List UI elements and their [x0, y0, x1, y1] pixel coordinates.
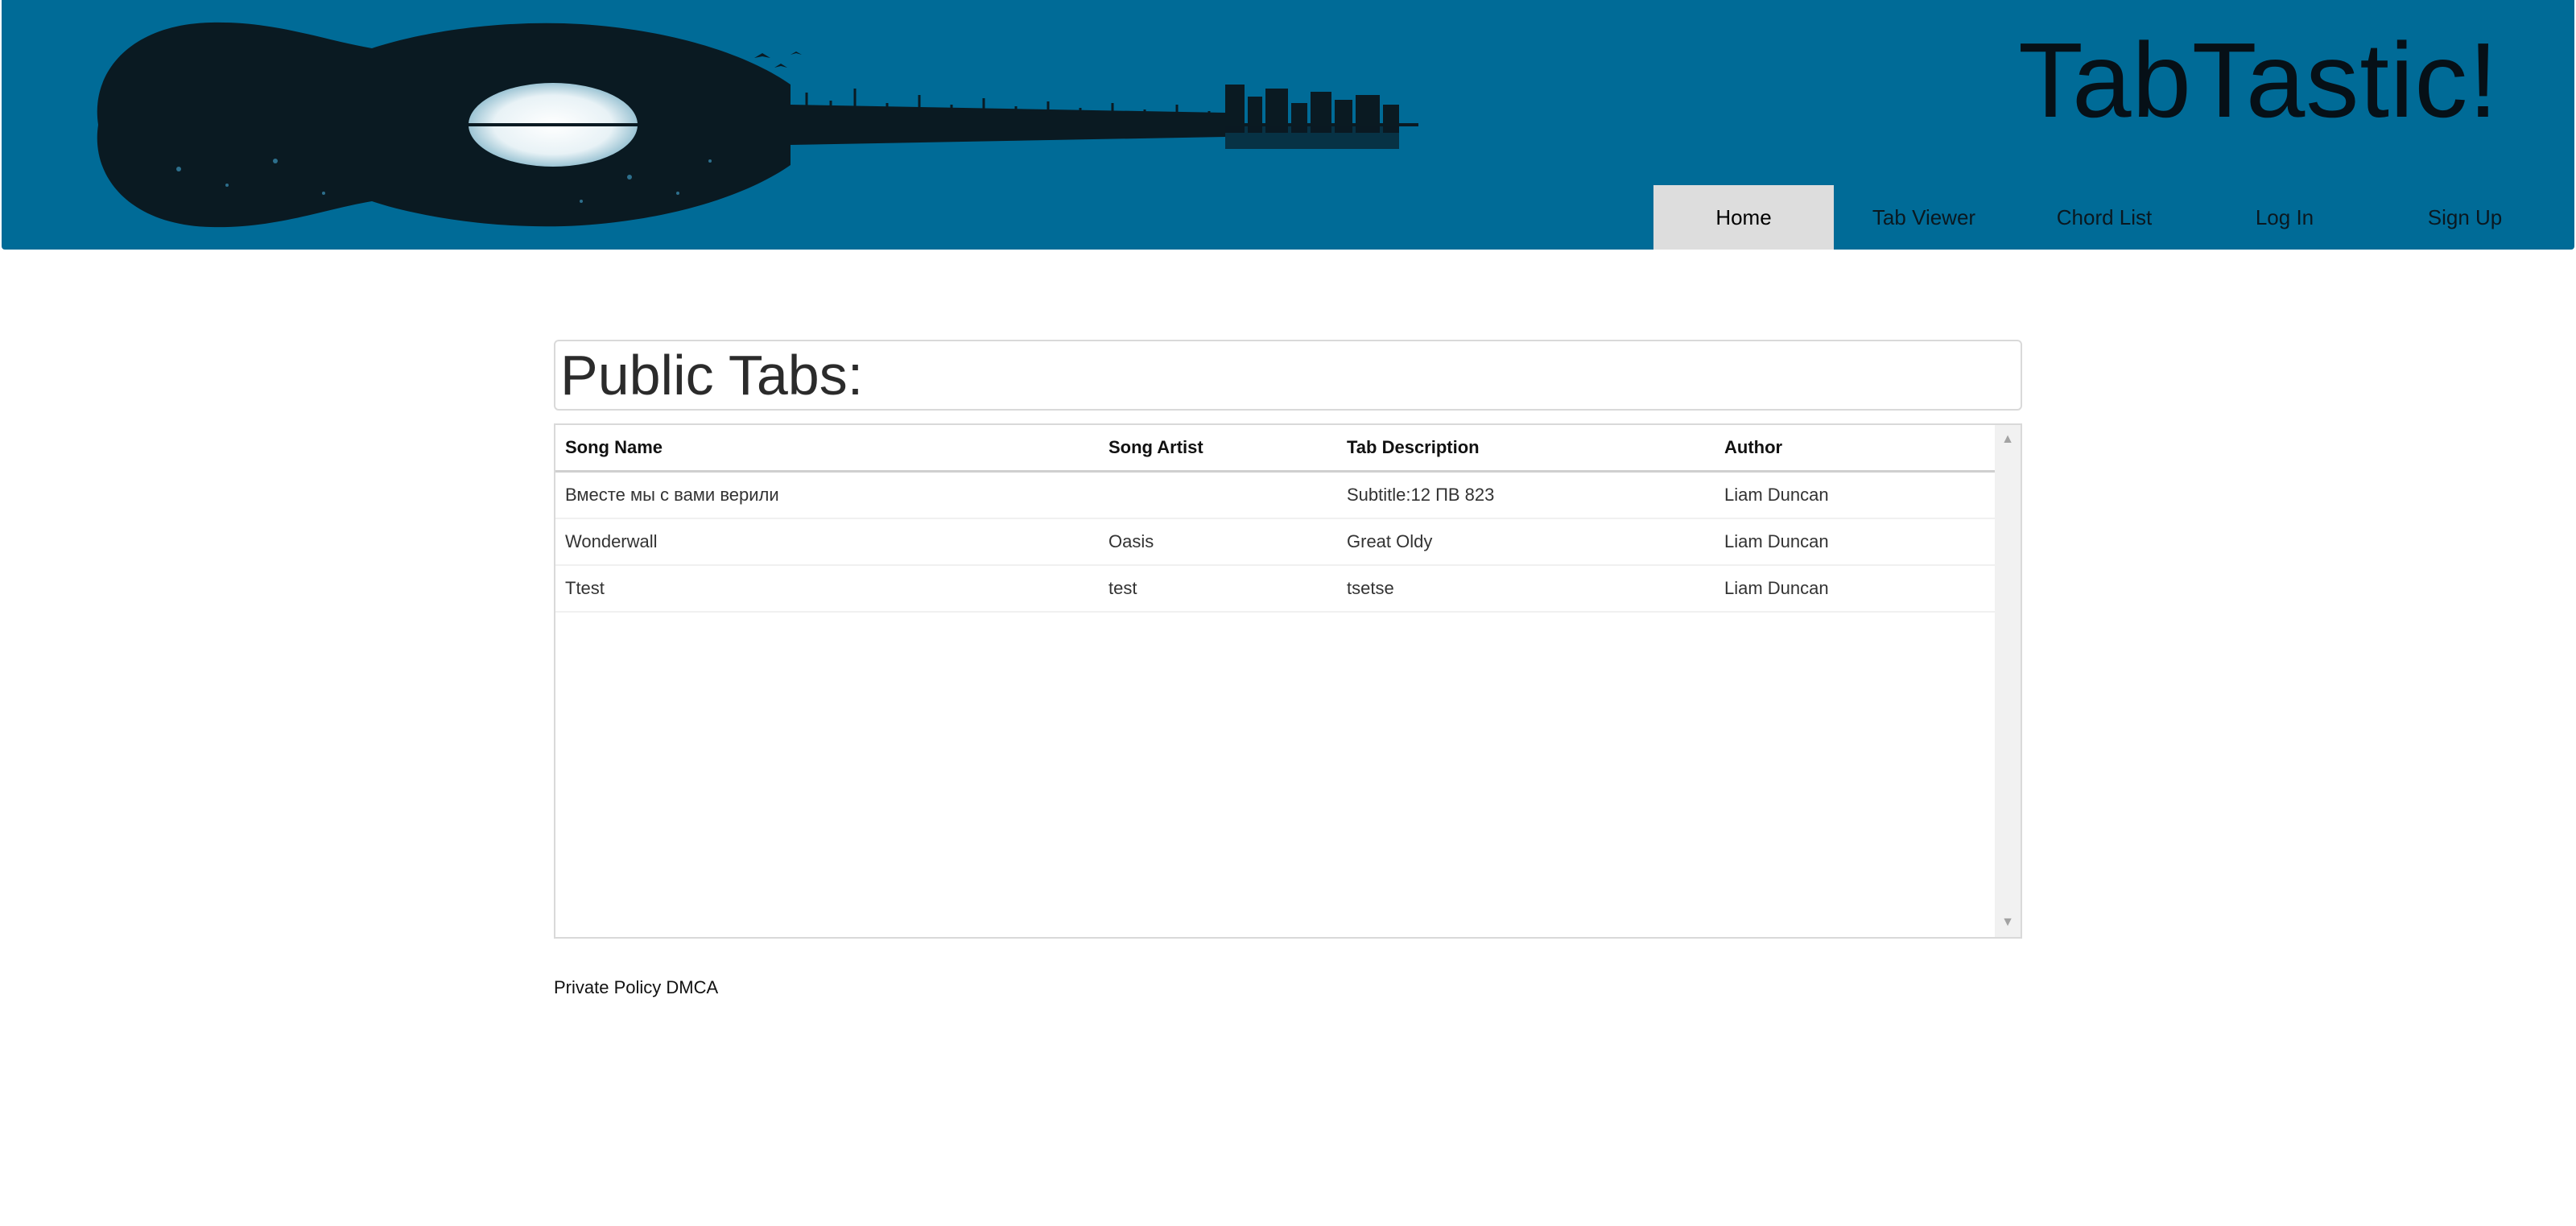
- main-nav: Home Tab Viewer Chord List Log In Sign U…: [1653, 185, 2555, 250]
- nav-tab-viewer[interactable]: Tab Viewer: [1834, 185, 2014, 250]
- private-policy-link[interactable]: Private Policy: [554, 977, 661, 997]
- cell-song-name: Ttest: [565, 578, 605, 598]
- column-header-song-name[interactable]: Song Name: [555, 437, 1099, 458]
- table-header-row: Song Name Song Artist Tab Description Au…: [555, 425, 1995, 473]
- column-header-tab-description[interactable]: Tab Description: [1337, 437, 1715, 458]
- table-row[interactable]: Вместе мы с вами верили Subtitle:12 ПВ 8…: [555, 473, 1995, 519]
- cell-author: Liam Duncan: [1724, 531, 1829, 551]
- table-scroll-area[interactable]: Song Name Song Artist Tab Description Au…: [555, 425, 1995, 937]
- cell-author: Liam Duncan: [1724, 485, 1829, 505]
- site-title: TabTastic!: [2018, 21, 2499, 139]
- guitar-landscape-banner-image: [97, 22, 1418, 228]
- cell-song-artist: test: [1108, 578, 1137, 598]
- main-content: Public Tabs: Song Name Song Artist Tab D…: [554, 340, 2022, 998]
- cell-tab-description: Great Oldy: [1347, 531, 1433, 551]
- nav-sign-up[interactable]: Sign Up: [2375, 185, 2555, 250]
- column-header-song-artist[interactable]: Song Artist: [1099, 437, 1337, 458]
- cell-tab-description: Subtitle:12 ПВ 823: [1347, 485, 1495, 505]
- footer: Private Policy DMCA: [554, 977, 2022, 998]
- nav-home[interactable]: Home: [1653, 185, 1834, 250]
- site-header: TabTastic! Home Tab Viewer Chord List Lo…: [2, 0, 2574, 250]
- cell-song-name: Wonderwall: [565, 531, 658, 551]
- triangle-down-icon[interactable]: ▼: [1995, 911, 2021, 934]
- cell-tab-description: tsetse: [1347, 578, 1394, 598]
- triangle-up-icon[interactable]: ▲: [1995, 428, 2021, 451]
- cell-song-artist: Oasis: [1108, 531, 1154, 551]
- nav-log-in[interactable]: Log In: [2194, 185, 2375, 250]
- table-row[interactable]: Ttest test tsetse Liam Duncan: [555, 566, 1995, 613]
- dmca-link[interactable]: DMCA: [666, 977, 718, 997]
- cell-author: Liam Duncan: [1724, 578, 1829, 598]
- column-header-author[interactable]: Author: [1715, 437, 1995, 458]
- nav-chord-list[interactable]: Chord List: [2014, 185, 2194, 250]
- page-title-box: Public Tabs:: [554, 340, 2022, 411]
- cell-song-name: Вместе мы с вами верили: [565, 485, 779, 505]
- public-tabs-table: Song Name Song Artist Tab Description Au…: [554, 423, 2022, 939]
- table-scrollbar[interactable]: ▲ ▼: [1995, 425, 2021, 937]
- table-row[interactable]: Wonderwall Oasis Great Oldy Liam Duncan: [555, 519, 1995, 566]
- page-title: Public Tabs:: [560, 344, 864, 407]
